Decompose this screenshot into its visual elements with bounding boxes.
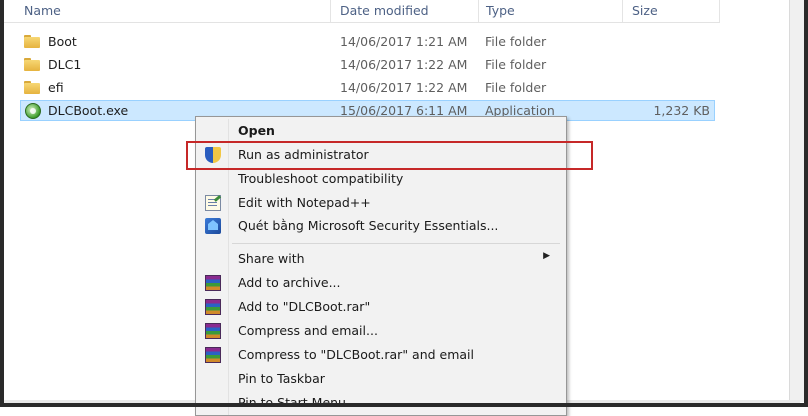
file-row-efi[interactable]: efi 14/06/2017 1:22 AM File folder bbox=[20, 77, 715, 98]
menu-item-label: Add to "DLCBoot.rar" bbox=[238, 299, 371, 314]
menu-item-pin-to-start-menu[interactable]: Pin to Start Menu bbox=[198, 392, 564, 414]
menu-item-troubleshoot-compatibility[interactable]: Troubleshoot compatibility bbox=[198, 168, 564, 190]
menu-item-share-with[interactable]: Share with ▶ bbox=[198, 248, 564, 270]
menu-item-label: Compress to "DLCBoot.rar" and email bbox=[238, 347, 474, 362]
menu-item-label: Share with bbox=[238, 251, 305, 266]
file-type: File folder bbox=[485, 57, 547, 72]
menu-item-compress-and-email[interactable]: Compress and email... bbox=[198, 320, 564, 342]
column-separator[interactable] bbox=[622, 0, 623, 22]
menu-item-add-to-dlcboot-rar[interactable]: Add to "DLCBoot.rar" bbox=[198, 296, 564, 318]
menu-item-label: Troubleshoot compatibility bbox=[238, 171, 404, 186]
menu-item-label: Pin to Start Menu bbox=[238, 395, 346, 410]
app-icon bbox=[25, 103, 41, 119]
column-separator[interactable] bbox=[478, 0, 479, 22]
menu-item-open[interactable]: Open bbox=[198, 120, 564, 142]
menu-item-scan-security-essentials[interactable]: Quét bằng Microsoft Security Essentials.… bbox=[198, 215, 564, 237]
notepad-icon bbox=[205, 195, 221, 211]
shield-icon bbox=[205, 147, 221, 163]
winrar-icon bbox=[205, 347, 221, 363]
file-date: 14/06/2017 1:22 AM bbox=[340, 80, 468, 95]
folder-icon bbox=[24, 58, 40, 71]
menu-item-pin-to-taskbar[interactable]: Pin to Taskbar bbox=[198, 368, 564, 390]
menu-item-compress-to-rar-and-email[interactable]: Compress to "DLCBoot.rar" and email bbox=[198, 344, 564, 366]
column-name[interactable]: Name bbox=[24, 3, 61, 18]
menu-item-label: Add to archive... bbox=[238, 275, 341, 290]
menu-item-label: Compress and email... bbox=[238, 323, 378, 338]
menu-item-label: Run as administrator bbox=[238, 147, 369, 162]
column-separator[interactable] bbox=[719, 0, 720, 22]
file-name: efi bbox=[48, 80, 64, 95]
folder-icon bbox=[24, 81, 40, 94]
file-row-boot[interactable]: Boot 14/06/2017 1:21 AM File folder bbox=[20, 31, 715, 52]
folder-icon bbox=[24, 35, 40, 48]
file-name: DLC1 bbox=[48, 57, 82, 72]
column-type[interactable]: Type bbox=[486, 3, 515, 18]
file-name: DLCBoot.exe bbox=[48, 103, 129, 118]
menu-item-label: Edit with Notepad++ bbox=[238, 195, 371, 210]
file-date: 14/06/2017 1:21 AM bbox=[340, 34, 468, 49]
menu-item-label: Open bbox=[238, 123, 275, 138]
context-menu: Open Run as administrator Troubleshoot c… bbox=[195, 116, 567, 416]
vertical-scrollbar[interactable] bbox=[789, 0, 804, 402]
winrar-icon bbox=[205, 323, 221, 339]
menu-item-run-as-administrator[interactable]: Run as administrator bbox=[198, 144, 564, 166]
menu-item-edit-with-notepad[interactable]: Edit with Notepad++ bbox=[198, 192, 564, 214]
menu-item-add-to-archive[interactable]: Add to archive... bbox=[198, 272, 564, 294]
file-row-dlc1[interactable]: DLC1 14/06/2017 1:22 AM File folder bbox=[20, 54, 715, 75]
menu-item-label: Quét bằng Microsoft Security Essentials.… bbox=[238, 218, 499, 233]
menu-separator bbox=[232, 243, 560, 244]
column-header: Name Date modified Type Size bbox=[4, 0, 720, 23]
column-separator[interactable] bbox=[330, 0, 331, 22]
winrar-icon bbox=[205, 299, 221, 315]
menu-item-label: Pin to Taskbar bbox=[238, 371, 325, 386]
file-type: File folder bbox=[485, 34, 547, 49]
security-essentials-icon bbox=[205, 218, 221, 234]
file-type: File folder bbox=[485, 80, 547, 95]
file-name: Boot bbox=[48, 34, 77, 49]
file-size: 1,232 KB bbox=[653, 103, 710, 118]
file-date: 14/06/2017 1:22 AM bbox=[340, 57, 468, 72]
column-size[interactable]: Size bbox=[632, 3, 658, 18]
submenu-arrow-icon: ▶ bbox=[543, 251, 550, 261]
column-date-modified[interactable]: Date modified bbox=[340, 3, 429, 18]
winrar-icon bbox=[205, 275, 221, 291]
